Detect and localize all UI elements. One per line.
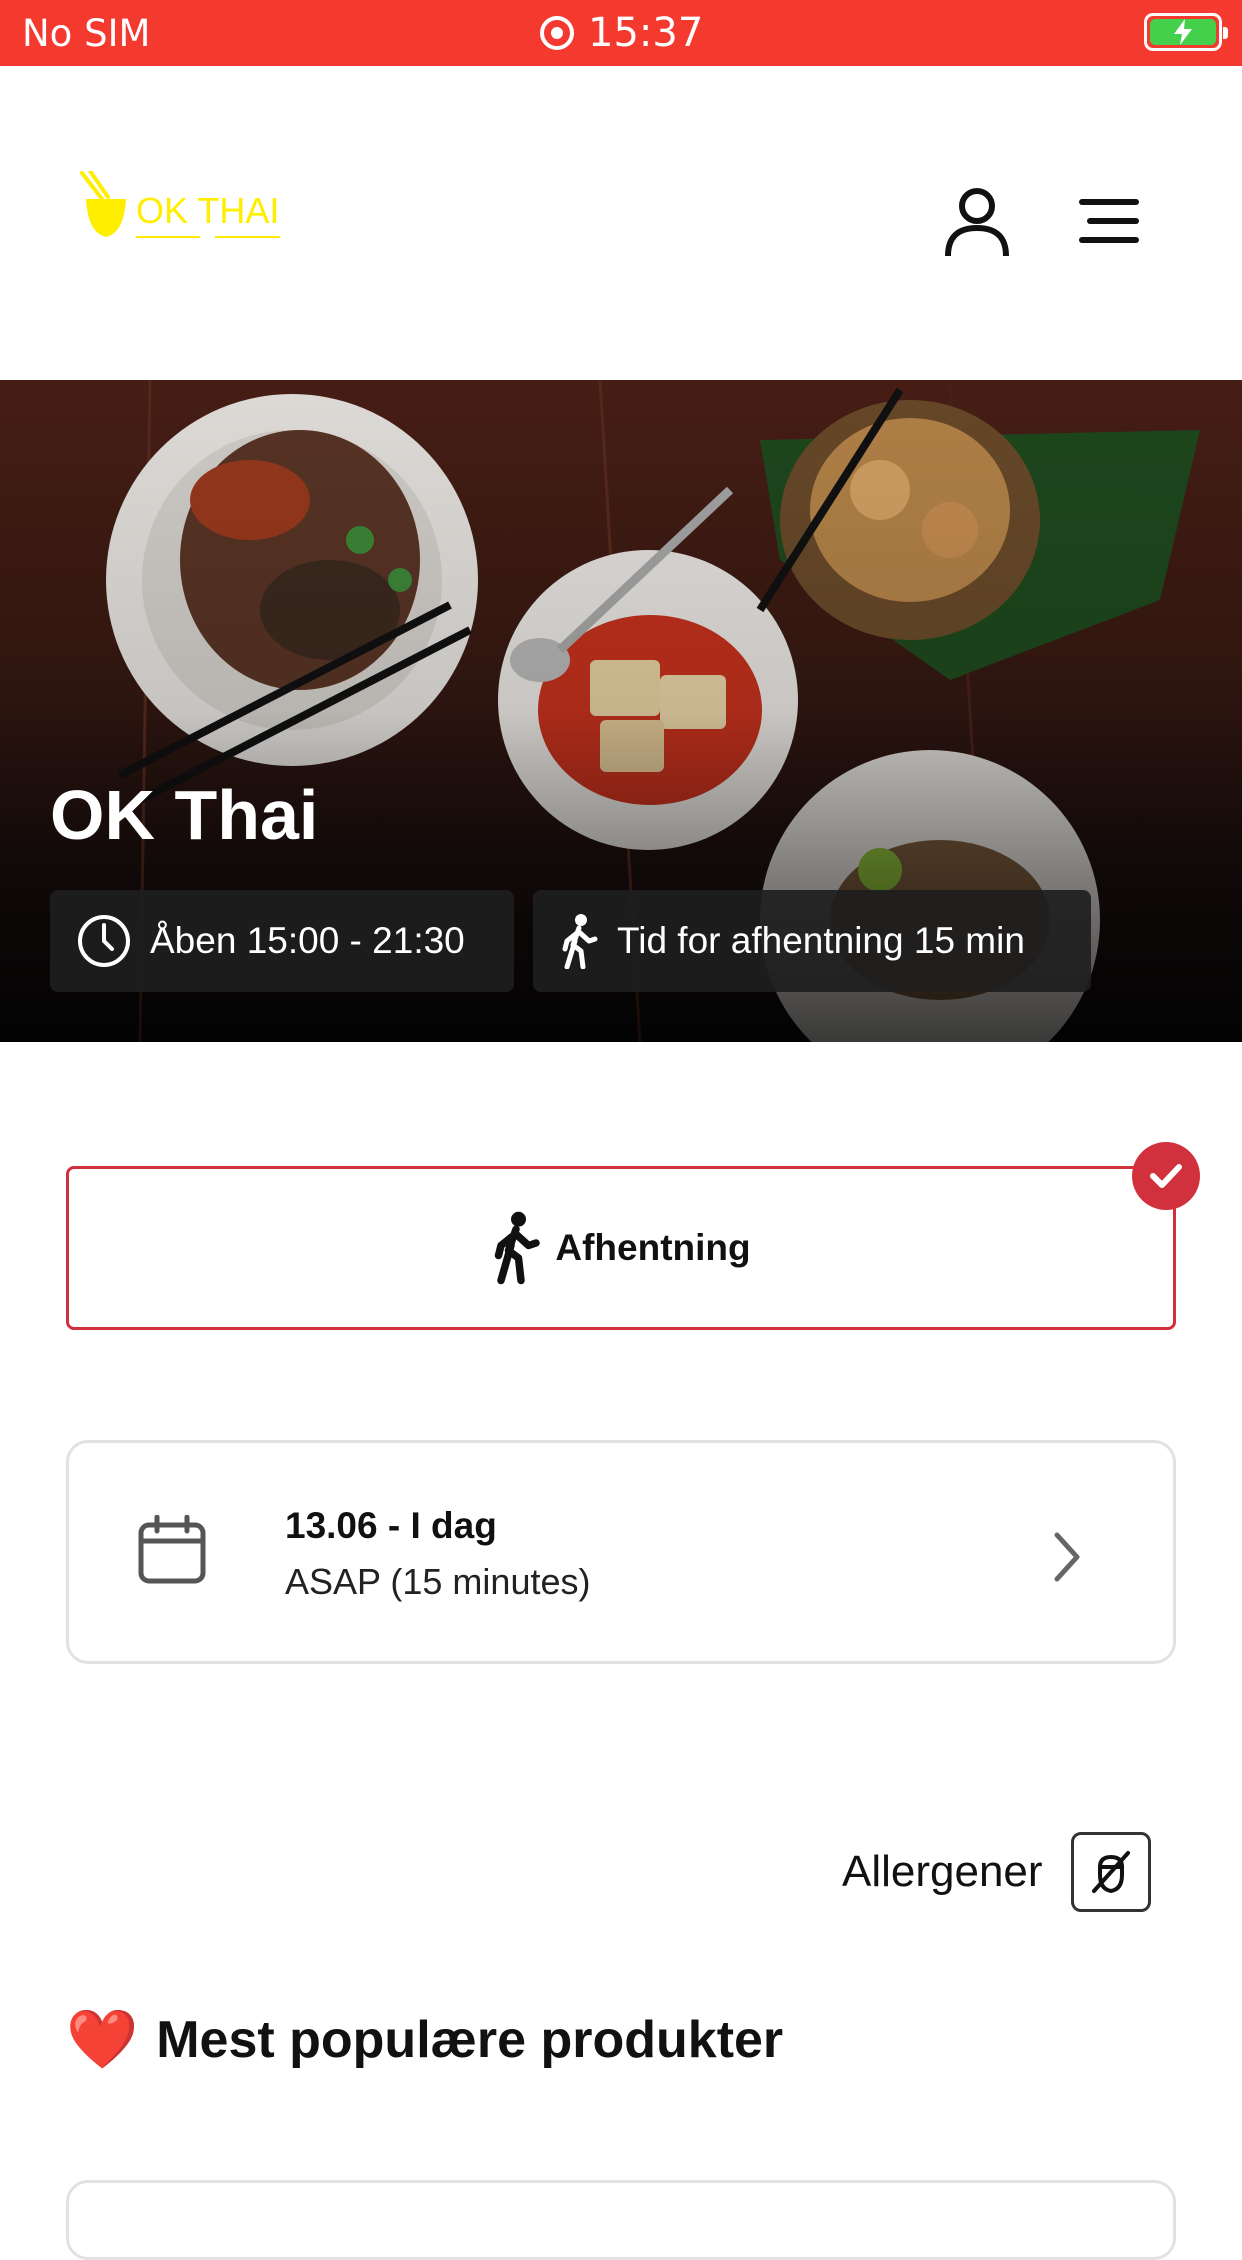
allergens-button[interactable] bbox=[1070, 1832, 1151, 1912]
nut-allergen-icon bbox=[1091, 1851, 1130, 1894]
logo-wordmark: OK THAI bbox=[136, 190, 279, 231]
opening-hours-text: Åben 15:00 - 21:30 bbox=[150, 920, 465, 961]
walking-icon bbox=[495, 1211, 541, 1285]
user-icon[interactable] bbox=[940, 184, 1014, 258]
clock: 15:37 bbox=[588, 10, 704, 56]
heart-icon: ❤️ bbox=[66, 2007, 139, 2072]
popular-products-heading: ❤️ Mest populære produkter bbox=[66, 2010, 783, 2070]
product-card[interactable] bbox=[66, 2180, 1176, 2260]
pickup-date: 13.06 - I dag bbox=[285, 1505, 497, 1546]
clock-icon bbox=[78, 915, 130, 967]
pickup-time-selector[interactable]: 13.06 - I dag ASAP (15 minutes) bbox=[66, 1440, 1176, 1664]
ok-thai-logo[interactable]: OK THAI bbox=[80, 169, 290, 251]
popular-products-title: Mest populære produkter bbox=[156, 2011, 784, 2069]
battery-charging-icon bbox=[1144, 13, 1228, 51]
status-center: 15:37 bbox=[540, 10, 703, 56]
hamburger-menu-icon[interactable] bbox=[1078, 196, 1140, 246]
restaurant-hero: OK Thai Åben 15:00 - 21:30 Tid for afhen… bbox=[0, 380, 1242, 1042]
screen-record-icon bbox=[540, 16, 574, 50]
opening-hours-chip: Åben 15:00 - 21:30 bbox=[50, 890, 514, 992]
pickup-option-label: Afhentning bbox=[555, 1227, 751, 1268]
carrier-label: No SIM bbox=[22, 12, 151, 55]
pickup-time-chip: Tid for afhentning 15 min bbox=[533, 890, 1091, 992]
pickup-time: ASAP (15 minutes) bbox=[285, 1561, 591, 1602]
pickup-option-button[interactable]: Afhentning bbox=[66, 1166, 1176, 1330]
pickup-time-text: Tid for afhentning 15 min bbox=[617, 920, 1025, 961]
calendar-icon bbox=[138, 1515, 206, 1584]
selected-check-icon bbox=[1132, 1142, 1200, 1210]
status-bar: No SIM 15:37 bbox=[0, 0, 1242, 66]
allergens-label: Allergener bbox=[842, 1847, 1043, 1896]
restaurant-name: OK Thai bbox=[50, 776, 319, 854]
walking-icon bbox=[562, 914, 598, 969]
allergens-filter: Allergener bbox=[842, 1832, 1151, 1912]
app-header: OK THAI bbox=[0, 66, 1242, 380]
chevron-right-icon bbox=[1054, 1532, 1080, 1582]
